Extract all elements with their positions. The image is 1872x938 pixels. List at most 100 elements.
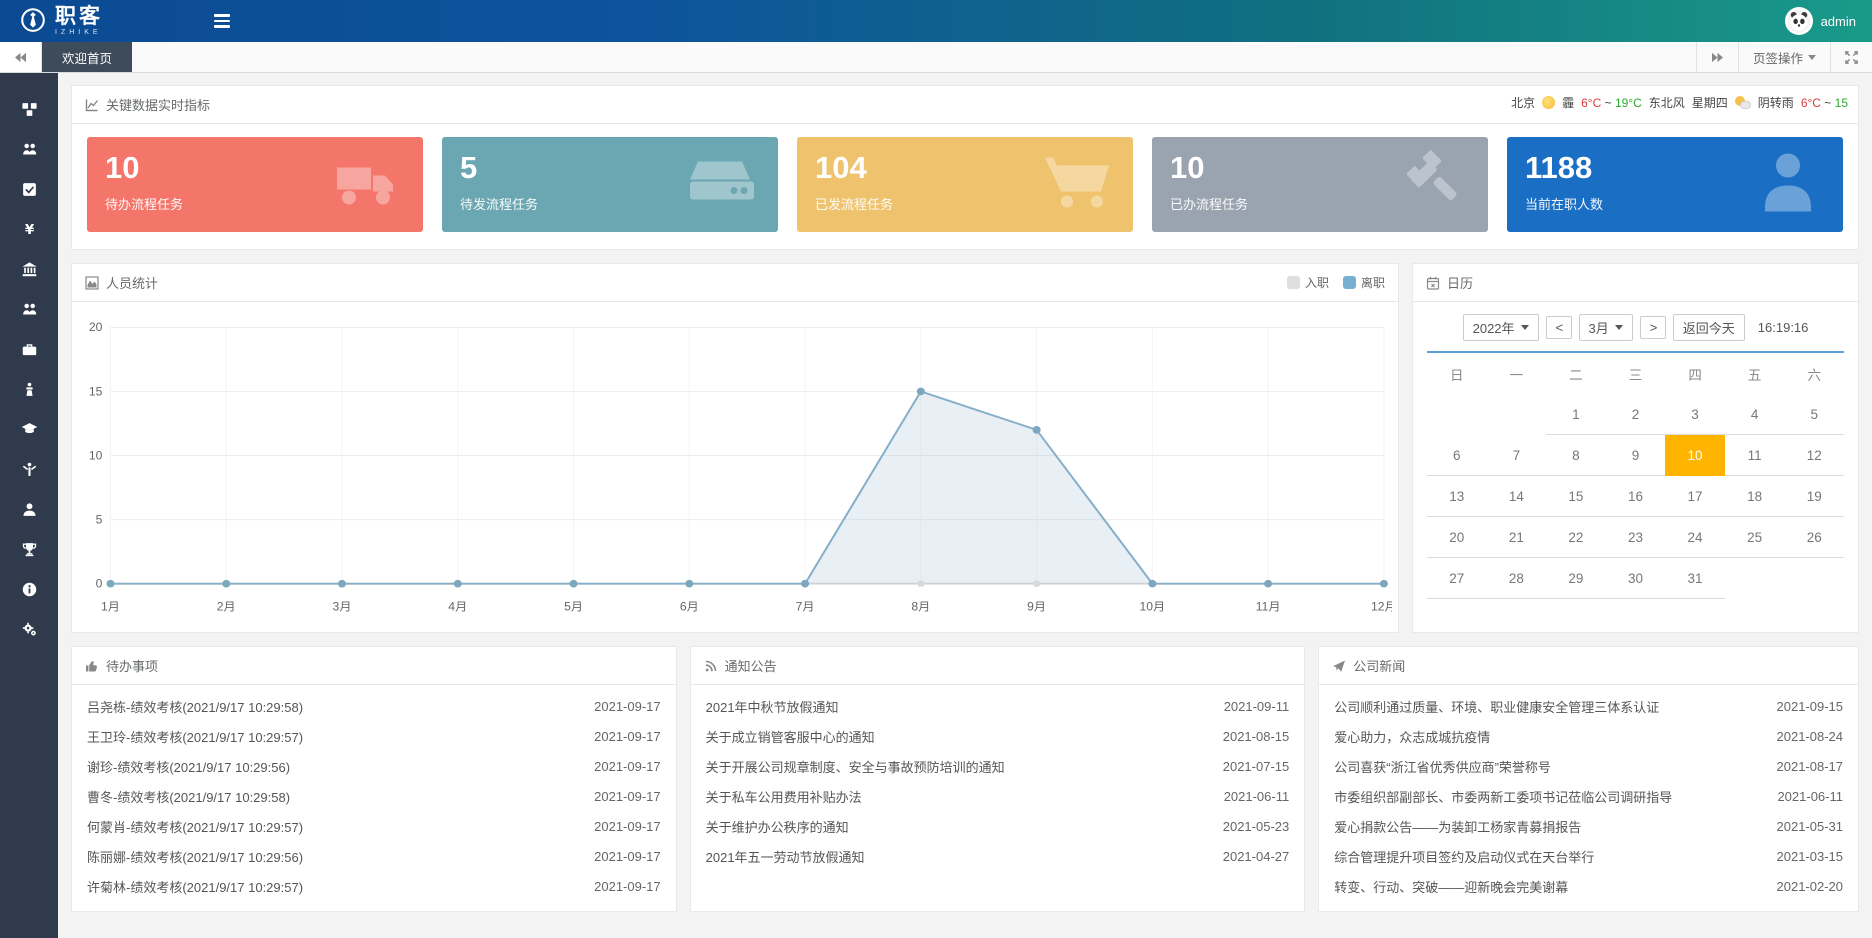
calendar-date[interactable]: 2 xyxy=(1606,394,1666,435)
calendar-date[interactable]: 20 xyxy=(1427,517,1487,558)
list-item-title[interactable]: 市委组织部副部长、市委两新工委项书记莅临公司调研指导 xyxy=(1334,787,1684,806)
calendar-panel: 日历 2022年 < 3月 > 返回今天 xyxy=(1412,263,1859,633)
calendar-date[interactable]: 6 xyxy=(1427,435,1487,476)
calendar-date[interactable]: 1 xyxy=(1546,394,1606,435)
list-item-title[interactable]: 公司喜获“浙江省优秀供应商”荣誉称号 xyxy=(1334,757,1563,776)
calendar-next-month-button[interactable]: > xyxy=(1640,316,1666,339)
menu-toggle-icon[interactable] xyxy=(208,8,236,34)
tabs-scroll-left-icon[interactable] xyxy=(0,42,42,72)
list-item-title[interactable]: 许菊林-绩效考核(2021/9/17 10:29:57) xyxy=(87,877,315,896)
sidebar-item-speech[interactable] xyxy=(0,369,58,409)
sidebar-item-info[interactable] xyxy=(0,569,58,609)
sidebar-item-salary[interactable]: ¥ xyxy=(0,209,58,249)
list-item: 爱心捐款公告——为装卸工杨家青募捐报告2021-05-31 xyxy=(1334,811,1843,841)
list-item-title[interactable]: 转变、行动、突破——迎新晚会完美谢幕 xyxy=(1334,877,1580,896)
list-item-title[interactable]: 关于成立销管客服中心的通知 xyxy=(706,727,887,746)
app-logo[interactable]: 职客 IZHIKE xyxy=(0,6,160,36)
calendar-today-button[interactable]: 返回今天 xyxy=(1673,314,1745,341)
list-item-title[interactable]: 2021年中秋节放假通知 xyxy=(706,697,851,716)
calendar-date[interactable]: 18 xyxy=(1725,476,1785,517)
calendar-date[interactable]: 8 xyxy=(1546,435,1606,476)
calendar-date[interactable]: 4 xyxy=(1725,394,1785,435)
list-item-title[interactable]: 综合管理提升项目签约及启动仪式在天台举行 xyxy=(1334,847,1606,866)
calendar-date[interactable]: 3 xyxy=(1665,394,1725,435)
calendar-date[interactable]: 10 xyxy=(1665,435,1725,476)
list-item-title[interactable]: 公司顺利通过质量、环境、职业健康安全管理三体系认证 xyxy=(1334,697,1671,716)
list-item-title[interactable]: 关于开展公司规章制度、安全与事故预防培训的通知 xyxy=(706,757,1017,776)
list-item-title[interactable]: 关于私车公用费用补贴办法 xyxy=(706,787,874,806)
calendar-date[interactable]: 29 xyxy=(1546,558,1606,599)
calendar-date[interactable]: 31 xyxy=(1665,558,1725,599)
line-chart-icon xyxy=(85,98,99,112)
sidebar-item-activity[interactable] xyxy=(0,449,58,489)
sidebar-item-modules[interactable] xyxy=(0,89,58,129)
svg-text:1月: 1月 xyxy=(101,600,120,614)
list-item-title[interactable]: 何蒙肖-绩效考核(2021/9/17 10:29:57) xyxy=(87,817,315,836)
legend-item-入职[interactable]: 入职 xyxy=(1287,274,1329,291)
tabs-scroll-right-icon[interactable] xyxy=(1696,42,1738,72)
stat-card-3[interactable]: 10已办流程任务 xyxy=(1152,137,1488,232)
stat-card-2[interactable]: 104已发流程任务 xyxy=(797,137,1133,232)
calendar-prev-month-button[interactable]: < xyxy=(1546,316,1572,339)
stat-card-4[interactable]: 1188当前在职人数 xyxy=(1507,137,1843,232)
calendar-date[interactable]: 19 xyxy=(1784,476,1844,517)
list-item-date: 2021-09-17 xyxy=(594,819,661,834)
list-item-date: 2021-09-17 xyxy=(594,699,661,714)
calendar-date[interactable]: 12 xyxy=(1784,435,1844,476)
sidebar-item-insurance[interactable] xyxy=(0,249,58,289)
list-item-title[interactable]: 陈丽娜-绩效考核(2021/9/17 10:29:56) xyxy=(87,847,315,866)
list-item-title[interactable]: 关于维护办公秩序的通知 xyxy=(706,817,861,836)
sidebar-item-settings[interactable] xyxy=(0,609,58,649)
tab-home[interactable]: 欢迎首页 xyxy=(42,42,132,72)
calendar-date[interactable]: 5 xyxy=(1784,394,1844,435)
tab-bar: 欢迎首页 页签操作 xyxy=(0,42,1872,73)
username[interactable]: admin xyxy=(1821,14,1856,29)
list-item-title[interactable]: 爱心助力，众志成城抗疫情 xyxy=(1334,727,1502,746)
sidebar-item-business[interactable] xyxy=(0,329,58,369)
list-item-title[interactable]: 曹冬-绩效考核(2021/9/17 10:29:58) xyxy=(87,787,302,806)
calendar-date[interactable]: 28 xyxy=(1487,558,1547,599)
stat-card-0[interactable]: 10待办流程任务 xyxy=(87,137,423,232)
calendar-date[interactable]: 14 xyxy=(1487,476,1547,517)
calendar-date[interactable]: 7 xyxy=(1487,435,1547,476)
thumbs-up-icon xyxy=(85,659,99,673)
sidebar-item-performance[interactable] xyxy=(0,529,58,569)
calendar-date[interactable]: 13 xyxy=(1427,476,1487,517)
list-item-title[interactable]: 爱心捐款公告——为装卸工杨家青募捐报告 xyxy=(1334,817,1593,836)
todo-panel: 待办事项 吕尧栋-绩效考核(2021/9/17 10:29:58)2021-09… xyxy=(71,646,677,912)
weather-condition-1: 霾 xyxy=(1562,94,1574,111)
list-item-title[interactable]: 2021年五一劳动节放假通知 xyxy=(706,847,877,866)
calendar-date[interactable]: 16 xyxy=(1606,476,1666,517)
calendar-date[interactable]: 11 xyxy=(1725,435,1785,476)
sidebar-item-profile[interactable] xyxy=(0,489,58,529)
user-avatar[interactable] xyxy=(1785,7,1813,35)
calendar-date[interactable]: 27 xyxy=(1427,558,1487,599)
calendar-date[interactable]: 24 xyxy=(1665,517,1725,558)
calendar-date[interactable]: 23 xyxy=(1606,517,1666,558)
calendar-month-select[interactable]: 3月 xyxy=(1579,314,1633,341)
fullscreen-icon[interactable] xyxy=(1830,42,1872,72)
calendar-date[interactable]: 22 xyxy=(1546,517,1606,558)
list-item-title[interactable]: 吕尧栋-绩效考核(2021/9/17 10:29:58) xyxy=(87,697,315,716)
chart-title: 人员统计 xyxy=(106,273,158,292)
calendar-date[interactable]: 30 xyxy=(1606,558,1666,599)
stat-card-1[interactable]: 5待发流程任务 xyxy=(442,137,778,232)
calendar-date[interactable]: 15 xyxy=(1546,476,1606,517)
sidebar-item-attendance[interactable] xyxy=(0,169,58,209)
sidebar-item-training[interactable] xyxy=(0,409,58,449)
business-icon xyxy=(21,341,38,358)
legend-item-离职[interactable]: 离职 xyxy=(1343,274,1385,291)
calendar-date[interactable]: 26 xyxy=(1784,517,1844,558)
calendar-date[interactable]: 17 xyxy=(1665,476,1725,517)
calendar-date[interactable]: 9 xyxy=(1606,435,1666,476)
tab-actions-dropdown[interactable]: 页签操作 xyxy=(1738,42,1830,72)
sidebar-item-recruitment[interactable] xyxy=(0,289,58,329)
calendar-date[interactable]: 25 xyxy=(1725,517,1785,558)
list-item-title[interactable]: 王卫玲-绩效考核(2021/9/17 10:29:57) xyxy=(87,727,315,746)
list-item: 关于成立销管客服中心的通知2021-08-15 xyxy=(706,721,1290,751)
sidebar-item-organization[interactable] xyxy=(0,129,58,169)
gavel-icon xyxy=(1394,149,1472,220)
list-item-title[interactable]: 谢珍-绩效考核(2021/9/17 10:29:56) xyxy=(87,757,302,776)
calendar-year-select[interactable]: 2022年 xyxy=(1463,314,1539,341)
calendar-date[interactable]: 21 xyxy=(1487,517,1547,558)
